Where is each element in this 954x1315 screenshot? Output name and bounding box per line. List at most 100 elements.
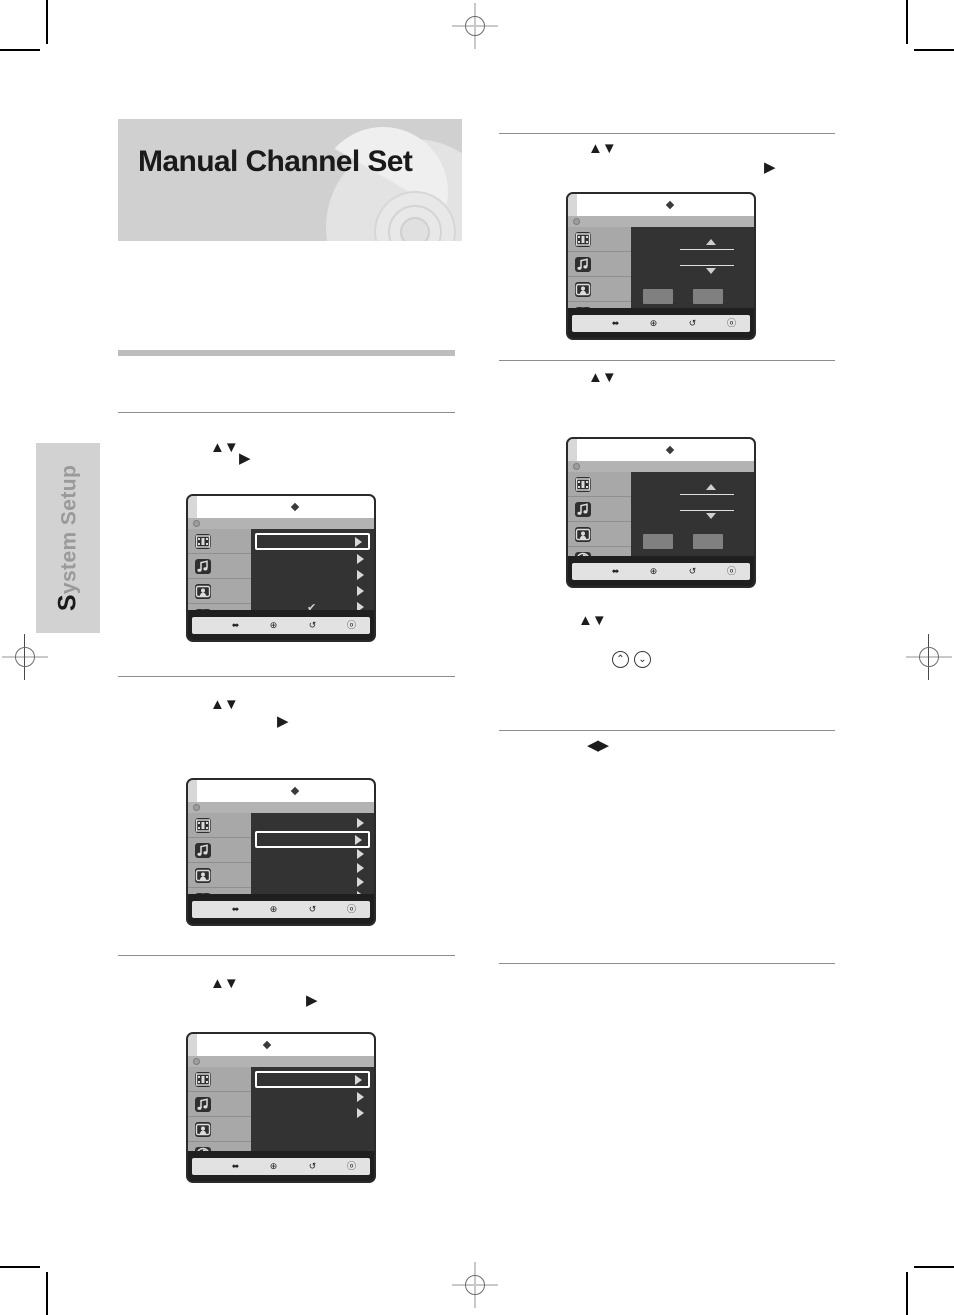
spinner-down-icon[interactable] bbox=[706, 513, 716, 519]
exit-icon[interactable]: ⓞ bbox=[346, 620, 357, 631]
osd-bottom-strip: ⬌ ⊕ ↺ ⓞ bbox=[192, 617, 370, 634]
menu-row[interactable] bbox=[255, 831, 370, 848]
select-icon[interactable]: ⊕ bbox=[648, 566, 659, 577]
osd-titlebar bbox=[188, 1034, 374, 1056]
step-divider-left-3 bbox=[118, 955, 455, 956]
step-1-updown-glyph: ▲▼ bbox=[210, 439, 239, 456]
exit-icon[interactable]: ⓞ bbox=[726, 566, 737, 577]
chapter-tab-system-setup: System Setup bbox=[36, 443, 100, 633]
crop-mark-bottom-right-h bbox=[914, 1266, 954, 1268]
sidebar-item-audio[interactable] bbox=[568, 497, 631, 522]
music-note-icon bbox=[575, 502, 591, 517]
menu-row[interactable] bbox=[255, 553, 370, 568]
osd-manual-setup: ⬌ ⊕ ↺ ⓞ bbox=[186, 1032, 376, 1183]
sidebar-item-display[interactable] bbox=[188, 1117, 251, 1142]
osd-button-cancel[interactable] bbox=[693, 289, 723, 304]
sidebar-item-display[interactable] bbox=[568, 277, 631, 302]
move-icon[interactable]: ⬌ bbox=[230, 620, 241, 631]
crop-mark-top-left-h bbox=[0, 49, 40, 51]
menu-row[interactable] bbox=[255, 876, 370, 891]
chevron-right-icon bbox=[357, 1092, 364, 1102]
film-strip-icon bbox=[195, 1072, 211, 1087]
menu-row[interactable] bbox=[255, 862, 370, 877]
osd-button-ok[interactable] bbox=[643, 289, 673, 304]
osd-bottom-strip: ⬌ ⊕ ↺ ⓞ bbox=[572, 563, 750, 580]
section-rule-left-top bbox=[118, 350, 455, 356]
menu-row[interactable] bbox=[255, 569, 370, 584]
osd-content bbox=[631, 472, 754, 556]
return-icon[interactable]: ↺ bbox=[307, 904, 318, 915]
step-divider-right-1 bbox=[499, 133, 835, 134]
menu-row[interactable] bbox=[255, 1091, 370, 1106]
select-icon[interactable]: ⊕ bbox=[648, 318, 659, 329]
menu-row[interactable] bbox=[255, 533, 370, 550]
select-icon[interactable]: ⊕ bbox=[268, 904, 279, 915]
sidebar-item-audio[interactable] bbox=[188, 1092, 251, 1117]
film-strip-icon bbox=[195, 818, 211, 833]
osd-setup-menu: ✔ ⬌ ⊕ ↺ ⓞ bbox=[186, 494, 376, 642]
menu-row[interactable] bbox=[255, 1107, 370, 1122]
sidebar-item-display[interactable] bbox=[568, 522, 631, 547]
osd-titlebar-edge bbox=[188, 780, 197, 802]
spinner-line-bottom bbox=[680, 510, 734, 511]
move-icon[interactable]: ⬌ bbox=[230, 1161, 241, 1172]
return-icon[interactable]: ↺ bbox=[307, 1161, 318, 1172]
osd-title-diamond-icon bbox=[665, 200, 674, 210]
sidebar-item-audio[interactable] bbox=[188, 838, 251, 863]
sidebar-item-display[interactable] bbox=[188, 579, 251, 604]
select-icon[interactable]: ⊕ bbox=[268, 620, 279, 631]
move-icon[interactable]: ⬌ bbox=[230, 904, 241, 915]
osd-bottom-bar: ⬌ ⊕ ↺ ⓞ bbox=[568, 308, 754, 338]
osd-disc-indicator-icon bbox=[573, 218, 580, 225]
step-4-right-glyph: ▶ bbox=[764, 159, 776, 176]
exit-icon[interactable]: ⓞ bbox=[346, 904, 357, 915]
chevron-right-icon bbox=[357, 863, 364, 873]
chevron-right-icon bbox=[357, 818, 364, 828]
sidebar-item-audio[interactable] bbox=[188, 554, 251, 579]
sidebar-item-display[interactable] bbox=[188, 863, 251, 888]
osd-titlebar-edge bbox=[188, 496, 197, 518]
osd-subbar bbox=[188, 518, 374, 529]
film-strip-icon bbox=[575, 232, 591, 247]
sidebar-item-recording[interactable] bbox=[188, 813, 251, 838]
select-icon[interactable]: ⊕ bbox=[268, 1161, 279, 1172]
sidebar-item-recording[interactable] bbox=[568, 472, 631, 497]
menu-row[interactable] bbox=[255, 585, 370, 600]
dvd-disc-hole bbox=[400, 217, 430, 241]
menu-row[interactable] bbox=[255, 848, 370, 863]
crop-mark-top-left-v bbox=[46, 0, 48, 44]
osd-button-ok[interactable] bbox=[643, 534, 673, 549]
registration-circle bbox=[15, 647, 35, 667]
exit-icon[interactable]: ⓞ bbox=[726, 318, 737, 329]
spinner-down-icon[interactable] bbox=[706, 268, 716, 274]
menu-row[interactable] bbox=[255, 1071, 370, 1088]
crop-mark-bottom-left-v bbox=[46, 1272, 48, 1315]
osd-disc-indicator-icon bbox=[573, 463, 580, 470]
osd-manual-channel-b: ⬌ ⊕ ↺ ⓞ bbox=[566, 437, 756, 588]
page-title-banner: Manual Channel Set bbox=[118, 119, 462, 241]
move-icon[interactable]: ⬌ bbox=[610, 566, 621, 577]
tv-display-icon bbox=[575, 282, 591, 297]
move-icon[interactable]: ⬌ bbox=[610, 318, 621, 329]
menu-row[interactable] bbox=[255, 817, 370, 832]
sidebar-item-recording[interactable] bbox=[568, 227, 631, 252]
spinner-up-icon[interactable] bbox=[706, 484, 716, 490]
exit-icon[interactable]: ⓞ bbox=[346, 1161, 357, 1172]
osd-button-cancel[interactable] bbox=[693, 534, 723, 549]
osd-title-diamond-icon bbox=[290, 786, 300, 796]
sidebar-item-audio[interactable] bbox=[568, 252, 631, 277]
channel-up-key[interactable]: ⌃ bbox=[612, 651, 629, 668]
channel-down-key[interactable]: ⌄ bbox=[634, 651, 651, 668]
return-icon[interactable]: ↺ bbox=[687, 318, 698, 329]
spinner-up-icon[interactable] bbox=[706, 239, 716, 245]
sidebar-item-recording[interactable] bbox=[188, 1067, 251, 1092]
osd-disc-indicator-icon bbox=[193, 520, 200, 527]
sidebar-item-recording[interactable] bbox=[188, 529, 251, 554]
step-divider-right-3 bbox=[499, 730, 835, 731]
step-divider-left-1 bbox=[118, 412, 455, 413]
return-icon[interactable]: ↺ bbox=[307, 620, 318, 631]
osd-titlebar bbox=[568, 439, 754, 461]
step-4-updown-glyph: ▲▼ bbox=[588, 140, 617, 157]
page-title: Manual Channel Set bbox=[138, 145, 413, 178]
return-icon[interactable]: ↺ bbox=[687, 566, 698, 577]
